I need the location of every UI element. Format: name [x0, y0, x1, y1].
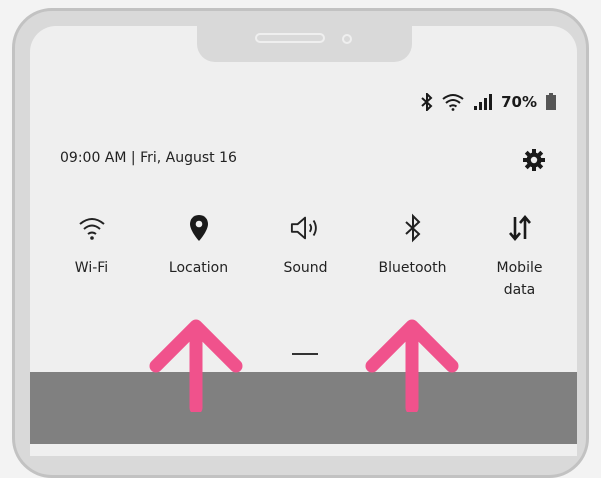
wifi-icon	[441, 93, 465, 111]
tile-label: Sound	[283, 260, 328, 276]
signal-icon	[473, 93, 493, 111]
battery-percentage: 70%	[501, 93, 537, 111]
tile-mobile-data[interactable]: Mobile data	[466, 212, 573, 301]
tile-label: Wi-Fi	[74, 260, 109, 276]
location-pointer-arrow-icon	[148, 318, 244, 415]
phone-notch	[197, 22, 412, 62]
gear-icon[interactable]	[522, 148, 546, 172]
tile-label: Bluetooth	[378, 260, 447, 276]
wifi-icon	[76, 212, 108, 244]
status-bar: 70%	[421, 92, 557, 112]
bluetooth-pointer-arrow-icon	[364, 318, 460, 415]
notification-area	[30, 372, 577, 444]
tile-label: Mobile data	[496, 260, 543, 298]
tile-label: Location	[168, 260, 229, 276]
bluetooth-icon	[421, 93, 433, 111]
date-time-label: 09:00 AM | Fri, August 16	[60, 150, 237, 166]
drag-handle[interactable]	[292, 353, 318, 355]
battery-icon	[545, 93, 557, 111]
tile-location[interactable]: Location	[145, 212, 252, 301]
speaker-icon	[290, 212, 322, 244]
data-arrows-icon	[504, 212, 536, 244]
tile-sound[interactable]: Sound	[252, 212, 359, 301]
quick-settings-tiles: Wi-Fi Location Sound Bluetooth Mobile da…	[38, 212, 573, 301]
bluetooth-icon	[397, 212, 429, 244]
speaker-grille	[255, 33, 325, 43]
tile-wifi[interactable]: Wi-Fi	[38, 212, 145, 301]
front-camera	[342, 34, 352, 44]
location-pin-icon	[183, 212, 215, 244]
tile-bluetooth[interactable]: Bluetooth	[359, 212, 466, 301]
